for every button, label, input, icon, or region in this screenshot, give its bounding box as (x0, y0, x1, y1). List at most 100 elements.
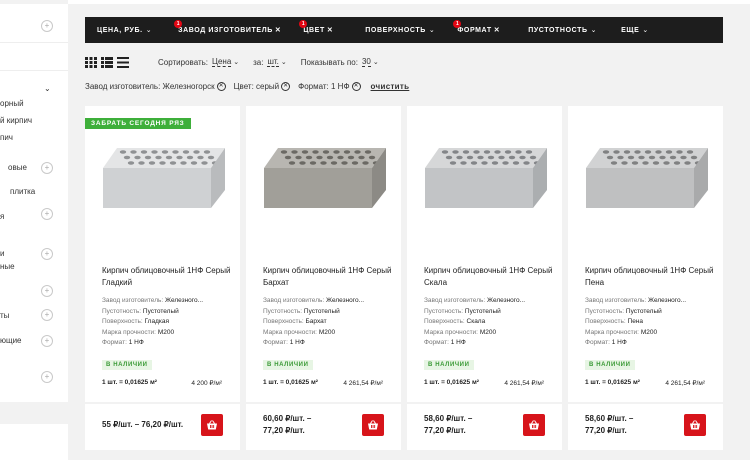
clear-filters-link[interactable]: очистить (371, 82, 410, 91)
prop-value: 1 НФ (128, 339, 144, 346)
prop-label: Пустотность: (102, 307, 142, 315)
price-range-line: 77,20 ₽/шт. (263, 426, 305, 435)
prop-format: Формат: 1 НФ (263, 338, 398, 349)
add-to-cart-button[interactable] (362, 414, 384, 436)
add-to-cart-button[interactable] (523, 414, 545, 436)
page-size-select[interactable]: 30 (361, 57, 371, 67)
product-title[interactable]: Кирпич облицовочный 1НФ Серый Пена (585, 265, 720, 289)
filter-more[interactable]: Еще ⌄ (609, 26, 649, 34)
prop-value: М200 (157, 328, 175, 336)
prop-factory: Завод изготовитель: Железного... (424, 296, 559, 307)
prop-label: Пустотность: (424, 307, 464, 315)
product-properties: Завод изготовитель: Железного... Пустотно… (102, 296, 237, 349)
filter-voidness[interactable]: Пустотность ⌄ (516, 26, 597, 34)
expand-icon[interactable]: + (41, 162, 53, 174)
product-title[interactable]: Кирпич облицовочный 1НФ Серый Скала (424, 265, 559, 289)
prop-label: Формат: (424, 339, 449, 346)
close-icon[interactable]: ✕ (275, 27, 281, 34)
table-view-icon[interactable] (117, 56, 129, 68)
sort-select[interactable]: Цена (212, 57, 232, 67)
product-image[interactable] (582, 146, 710, 216)
product-title[interactable]: Кирпич облицовочный 1НФ Серый Гладкий (102, 265, 237, 289)
prop-label: Марка прочности: (424, 328, 478, 336)
sidebar-item-label[interactable]: я (0, 212, 4, 221)
product-properties: Завод изготовитель: Железного... Пустотно… (585, 296, 720, 349)
product-image[interactable] (99, 146, 227, 216)
prop-format: Формат: 1 НФ (424, 338, 559, 349)
prop-value: Пустотелый (625, 307, 662, 315)
sort-label: Сортировать: (158, 57, 209, 67)
close-icon[interactable]: ✕ (327, 27, 333, 34)
active-filter-chip[interactable]: Завод изготовитель: Железногорск ✕ (85, 81, 226, 91)
sidebar-item-label[interactable]: ные (0, 262, 15, 271)
sidebar-item-label[interactable]: овые (8, 163, 27, 172)
chevron-down-icon[interactable]: ⌄ (233, 58, 239, 66)
expand-icon[interactable]: + (41, 208, 53, 220)
expand-icon[interactable]: + (41, 371, 53, 383)
prop-value: Железного... (487, 297, 526, 304)
prop-factory: Завод изготовитель: Железного... (585, 296, 720, 307)
add-to-cart-button[interactable] (201, 414, 223, 436)
product-title[interactable]: Кирпич облицовочный 1НФ Серый Бархат (263, 265, 398, 289)
price-per-m2: 4 200 ₽/м² (191, 380, 222, 387)
product-card[interactable]: Кирпич облицовочный 1НФ Серый Скала Завод… (407, 106, 562, 402)
unit-conversion: 1 шт. = 0,01625 м² (102, 379, 157, 386)
list-view-icon[interactable] (101, 56, 113, 68)
prop-value: М200 (318, 328, 336, 336)
close-icon[interactable]: ✕ (281, 81, 291, 91)
filter-color[interactable]: 1 Цвет ✕ (291, 20, 333, 34)
filter-price[interactable]: Цена, руб. ⌄ (85, 26, 152, 34)
product-properties: Завод изготовитель: Железного... Пустотно… (263, 296, 398, 349)
sidebar-item-label[interactable]: пич (0, 133, 13, 142)
chevron-down-icon: ⌄ (590, 27, 598, 34)
expand-icon[interactable]: + (41, 285, 53, 297)
close-icon[interactable]: ✕ (216, 81, 226, 91)
sidebar-item-label[interactable]: орный (0, 99, 24, 108)
prop-value: Железного... (165, 297, 204, 304)
product-image[interactable] (421, 146, 549, 216)
prop-value: Гладкая (144, 318, 169, 325)
chevron-down-icon[interactable]: ⌄ (281, 58, 287, 66)
filter-surface[interactable]: Поверхность ⌄ (353, 26, 435, 34)
close-icon[interactable]: ✕ (351, 81, 361, 91)
expand-icon[interactable]: + (41, 309, 53, 321)
product-card[interactable]: Кирпич облицовочный 1НФ Серый Пена Завод … (568, 106, 723, 402)
product-image[interactable] (260, 146, 388, 216)
filter-format[interactable]: 1 Формат ✕ (445, 20, 500, 34)
expand-icon[interactable]: + (41, 335, 53, 347)
active-filters: Завод изготовитель: Железногорск ✕ Цвет: … (85, 80, 409, 92)
prop-label: Марка прочности: (263, 328, 317, 336)
sidebar-item-label[interactable]: ты (0, 311, 9, 320)
product-card[interactable]: Забрать сегодня ряз Кирпич облицовочный 1… (85, 106, 240, 402)
prop-label: Марка прочности: (102, 328, 156, 336)
sidebar-item-label[interactable]: й кирпич (0, 116, 32, 125)
close-icon[interactable]: ✕ (494, 27, 500, 34)
filter-label: Пустотность (528, 27, 588, 34)
active-filter-chip[interactable]: Цвет: серый ✕ (234, 81, 291, 91)
divider (0, 42, 68, 43)
chevron-down-icon: ⌄ (428, 27, 436, 34)
basket-icon (529, 420, 539, 430)
prop-label: Формат: (102, 339, 127, 346)
expand-icon[interactable]: + (41, 248, 53, 260)
product-card[interactable]: Кирпич облицовочный 1НФ Серый Бархат Заво… (246, 106, 401, 402)
prop-value: Скала (466, 318, 486, 325)
expand-icon[interactable]: + (41, 20, 53, 32)
sidebar-item-label[interactable]: ющие (0, 336, 22, 345)
unit-select[interactable]: шт. (267, 57, 279, 67)
prop-label: Поверхность: (585, 318, 626, 325)
prop-surface: Поверхность: Скала (424, 317, 559, 328)
chevron-down-icon[interactable]: ⌄ (44, 84, 51, 93)
prop-voidness: Пустотность: Пустотелый (263, 307, 398, 318)
product-properties: Завод изготовитель: Железного... Пустотно… (424, 296, 559, 349)
active-filter-chip[interactable]: Формат: 1 НФ ✕ (298, 81, 361, 91)
filter-label: Цена, руб. (97, 27, 143, 34)
chevron-down-icon[interactable]: ⌄ (373, 58, 379, 66)
add-to-cart-button[interactable] (684, 414, 706, 436)
price-range-line: 77,20 ₽/шт. (585, 426, 627, 435)
sidebar-item-label[interactable]: и (0, 249, 4, 258)
sidebar-item-label[interactable]: плитка (10, 187, 35, 196)
filter-factory[interactable]: 1 Завод изготовитель ✕ (166, 20, 281, 34)
grid-view-icon[interactable] (85, 56, 97, 68)
chevron-down-icon: ⌄ (145, 27, 153, 34)
